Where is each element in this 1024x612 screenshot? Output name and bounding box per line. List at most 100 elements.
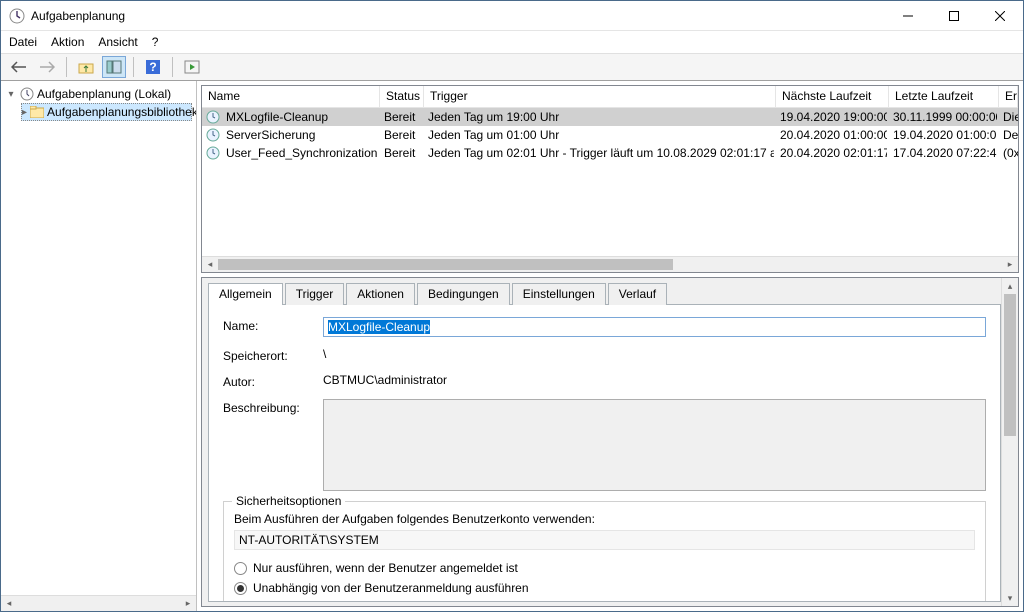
scroll-right-icon[interactable]: ▸ [1002, 257, 1018, 272]
tree-toggle-icon[interactable]: ▸ [22, 107, 27, 118]
menu-file[interactable]: Datei [9, 35, 37, 49]
app-icon [9, 8, 25, 24]
scroll-right-icon[interactable]: ▸ [180, 596, 196, 611]
tab-trigger[interactable]: Trigger [285, 283, 345, 305]
toolbar-separator [133, 57, 134, 77]
cell-last: 19.04.2020 01:00:01 [887, 128, 997, 142]
svg-text:?: ? [149, 60, 156, 74]
folder-icon [30, 106, 44, 118]
tab-settings[interactable]: Einstellungen [512, 283, 606, 305]
task-name-input[interactable]: MXLogfile-Cleanup [323, 317, 986, 337]
radio-label: Nur ausführen, wenn der Benutzer angemel… [253, 561, 518, 575]
tab-general[interactable]: Allgemein [208, 283, 283, 305]
radio-run-always[interactable]: Unabhängig von der Benutzeranmeldung aus… [234, 578, 975, 598]
menu-view[interactable]: Ansicht [98, 35, 137, 49]
scroll-thumb[interactable] [218, 259, 673, 270]
clock-icon [206, 110, 220, 124]
author-value: CBTMUC\administrator [323, 373, 986, 387]
clock-icon [206, 146, 220, 160]
menubar: Datei Aktion Ansicht ? [1, 31, 1023, 53]
task-list-header: Name Status Trigger Nächste Laufzeit Let… [202, 86, 1018, 108]
tree-root-label: Aufgabenplanung (Lokal) [37, 87, 171, 101]
cell-name: User_Feed_Synchronization... [220, 146, 378, 160]
radio-logged-on-only[interactable]: Nur ausführen, wenn der Benutzer angemel… [234, 558, 975, 578]
location-label: Speicherort: [223, 347, 323, 363]
description-label: Beschreibung: [223, 399, 323, 415]
cell-result: Die [997, 110, 1018, 124]
cell-status: Bereit [378, 110, 422, 124]
cell-name: ServerSicherung [220, 128, 378, 142]
titlebar: Aufgabenplanung [1, 1, 1023, 31]
tab-conditions[interactable]: Bedingungen [417, 283, 510, 305]
security-groupbox: Sicherheitsoptionen Beim Ausführen der A… [223, 501, 986, 602]
scroll-up-icon[interactable]: ▴ [1002, 278, 1018, 294]
cell-next: 19.04.2020 19:00:00 [774, 110, 887, 124]
security-account-label: Beim Ausführen der Aufgaben folgendes Be… [234, 512, 975, 526]
toolbar-run-button[interactable] [180, 56, 204, 78]
scroll-thumb[interactable] [1004, 294, 1016, 436]
cell-result: De [997, 128, 1018, 142]
tree-hscrollbar[interactable]: ◂ ▸ [1, 595, 196, 611]
cell-trigger: Jeden Tag um 19:00 Uhr [422, 110, 774, 124]
nav-tree[interactable]: ▾ Aufgabenplanung (Lokal) ▸ Aufgabenplan… [1, 81, 197, 611]
nav-forward-button[interactable] [35, 56, 59, 78]
scroll-down-icon[interactable]: ▾ [1002, 590, 1018, 606]
app-window: Aufgabenplanung Datei Aktion Ansicht ? ?… [0, 0, 1024, 612]
detail-tabs: Allgemein Trigger Aktionen Bedingungen E… [208, 282, 1001, 304]
menu-help[interactable]: ? [152, 35, 159, 49]
menu-action[interactable]: Aktion [51, 35, 84, 49]
cell-name: MXLogfile-Cleanup [220, 110, 378, 124]
scroll-left-icon[interactable]: ◂ [202, 257, 218, 272]
col-trigger[interactable]: Trigger [424, 86, 776, 107]
tree-library[interactable]: ▸ Aufgabenplanungsbibliothek [21, 103, 192, 121]
security-account-value: NT-AUTORITÄT\SYSTEM [234, 530, 975, 550]
col-last[interactable]: Letzte Laufzeit [889, 86, 999, 107]
task-row[interactable]: MXLogfile-Cleanup Bereit Jeden Tag um 19… [202, 108, 1018, 126]
list-hscrollbar[interactable]: ◂ ▸ [202, 256, 1018, 272]
toolbar-folder-up-button[interactable] [74, 56, 98, 78]
radio-icon [234, 562, 247, 575]
author-label: Autor: [223, 373, 323, 389]
toolbar: ? [1, 53, 1023, 81]
task-list: Name Status Trigger Nächste Laufzeit Let… [201, 85, 1019, 273]
cell-status: Bereit [378, 128, 422, 142]
cell-next: 20.04.2020 01:00:00 [774, 128, 887, 142]
cell-last: 17.04.2020 07:22:43 [887, 146, 997, 160]
minimize-button[interactable] [885, 1, 931, 30]
cell-last: 30.11.1999 00:00:00 [887, 110, 997, 124]
task-row[interactable]: ServerSicherung Bereit Jeden Tag um 01:0… [202, 126, 1018, 144]
tree-root[interactable]: ▾ Aufgabenplanung (Lokal) [5, 85, 192, 103]
clock-icon [206, 128, 220, 142]
toolbar-separator [66, 57, 67, 77]
location-value: \ [323, 347, 986, 361]
detail-vscrollbar[interactable]: ▴ ▾ [1001, 278, 1018, 606]
close-button[interactable] [977, 1, 1023, 30]
window-title: Aufgabenplanung [31, 9, 885, 23]
cell-result: (0x [997, 146, 1018, 160]
col-status[interactable]: Status [380, 86, 424, 107]
maximize-button[interactable] [931, 1, 977, 30]
tab-history[interactable]: Verlauf [608, 283, 667, 305]
tab-actions[interactable]: Aktionen [346, 283, 415, 305]
col-next[interactable]: Nächste Laufzeit [776, 86, 889, 107]
col-name[interactable]: Name [202, 86, 380, 107]
cell-status: Bereit [378, 146, 422, 160]
cell-next: 20.04.2020 02:01:17 [774, 146, 887, 160]
toolbar-show-hide-button[interactable] [102, 56, 126, 78]
toolbar-separator [172, 57, 173, 77]
description-input[interactable] [323, 399, 986, 491]
task-row[interactable]: User_Feed_Synchronization... Bereit Jede… [202, 144, 1018, 162]
scroll-left-icon[interactable]: ◂ [1, 596, 17, 611]
col-result[interactable]: Erg [999, 86, 1018, 107]
radio-icon [234, 582, 247, 595]
toolbar-help-button[interactable]: ? [141, 56, 165, 78]
task-name-value: MXLogfile-Cleanup [328, 320, 430, 334]
tree-toggle-icon[interactable]: ▾ [5, 89, 17, 100]
cell-trigger: Jeden Tag um 01:00 Uhr [422, 128, 774, 142]
cell-trigger: Jeden Tag um 02:01 Uhr - Trigger läuft u… [422, 146, 774, 160]
nav-back-button[interactable] [7, 56, 31, 78]
clock-icon [20, 87, 34, 101]
detail-pane: Allgemein Trigger Aktionen Bedingungen E… [201, 277, 1019, 607]
task-list-body[interactable]: MXLogfile-Cleanup Bereit Jeden Tag um 19… [202, 108, 1018, 256]
security-legend: Sicherheitsoptionen [232, 494, 345, 508]
